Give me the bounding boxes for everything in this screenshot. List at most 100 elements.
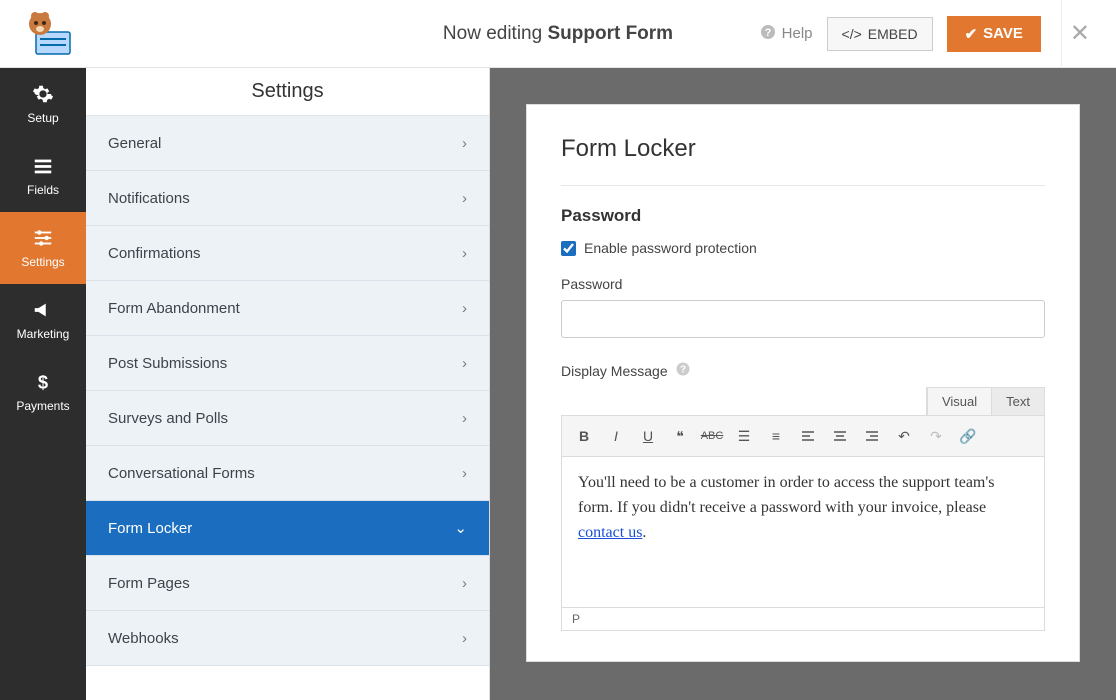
settings-item-label: Form Abandonment [108,300,240,317]
nav-fields[interactable]: Fields [0,140,86,212]
settings-item-confirmations[interactable]: Confirmations › [86,226,489,281]
left-nav: Setup Fields Settings Marketing $ Paymen… [0,68,86,700]
close-button[interactable]: ✕ [1061,0,1098,68]
settings-item-label: Form Locker [108,520,192,537]
tab-visual[interactable]: Visual [927,388,991,415]
editing-form-name: Support Form [547,23,673,44]
enable-password-checkbox[interactable] [561,241,576,256]
editor-text: You'll need to be a customer in order to… [578,474,994,516]
embed-icon: </> [842,26,862,42]
settings-item-label: Confirmations [108,245,201,262]
blockquote-button[interactable]: ❝ [666,422,694,450]
svg-text:?: ? [764,27,771,39]
settings-item-surveys-and-polls[interactable]: Surveys and Polls › [86,391,489,446]
check-icon: ✔ [965,25,978,43]
settings-item-notifications[interactable]: Notifications › [86,171,489,226]
nav-payments[interactable]: $ Payments [0,356,86,428]
align-right-icon [865,429,879,443]
settings-heading: Settings [86,68,489,116]
editor-toolbar: B I U ❝ ABC ☰ ≡ ↶ ↷ 🔗 [562,416,1044,457]
settings-item-general[interactable]: General › [86,116,489,171]
settings-item-form-pages[interactable]: Form Pages › [86,556,489,611]
sliders-icon [32,227,54,249]
contact-us-link[interactable]: contact us [578,524,642,541]
chevron-right-icon: › [462,355,467,372]
number-list-button[interactable]: ≡ [762,422,790,450]
settings-item-form-locker[interactable]: Form Locker ⌄ [86,501,489,556]
editor-text-tail: . [642,524,646,541]
settings-item-label: Surveys and Polls [108,410,228,427]
help-link[interactable]: ? Help [760,24,813,44]
settings-item-form-abandonment[interactable]: Form Abandonment› [86,281,489,336]
help-tooltip-icon[interactable]: ? [676,362,690,379]
display-message-label: Display Message ? [561,362,1045,379]
editor-body[interactable]: You'll need to be a customer in order to… [562,457,1044,607]
list-icon [32,155,54,177]
embed-button[interactable]: </> EMBED [827,17,933,51]
nav-label: Fields [27,183,59,197]
nav-settings[interactable]: Settings [0,212,86,284]
bold-button[interactable]: B [570,422,598,450]
section-heading: Password [561,206,1045,226]
content-area: Form Locker Password Enable password pro… [490,68,1116,700]
settings-item-label: General [108,135,161,152]
nav-setup[interactable]: Setup [0,68,86,140]
link-icon: 🔗 [959,428,976,445]
help-label: Help [782,25,813,42]
embed-label: EMBED [868,26,918,42]
settings-item-label: Form Pages [108,575,190,592]
chevron-right-icon: › [462,245,467,262]
underline-button[interactable]: U [634,422,662,450]
nav-label: Marketing [17,327,70,341]
chevron-right-icon: › [462,410,467,427]
undo-button[interactable]: ↶ [890,422,918,450]
close-icon: ✕ [1070,19,1090,48]
tab-text[interactable]: Text [991,388,1044,415]
chevron-right-icon: › [462,630,467,647]
megaphone-icon [32,299,54,321]
chevron-right-icon: › [462,190,467,207]
settings-list: General›Notifications›Confirmations›Form… [86,116,489,700]
settings-item-conversational-forms[interactable]: Conversational Forms› [86,446,489,501]
settings-item-post-submissions[interactable]: Post Submissions› [86,336,489,391]
align-center-button[interactable] [826,422,854,450]
form-locker-panel: Form Locker Password Enable password pro… [526,104,1080,662]
panel-title: Form Locker [561,135,1045,163]
checkbox-label: Enable password protection [584,240,757,256]
dollar-icon: $ [32,371,54,393]
align-left-button[interactable] [794,422,822,450]
divider [561,185,1045,186]
svg-text:?: ? [680,365,686,376]
settings-column: Settings General›Notifications›Confirmat… [86,68,490,700]
nav-label: Payments [16,399,69,413]
nav-marketing[interactable]: Marketing [0,284,86,356]
enable-password-row[interactable]: Enable password protection [561,240,1045,256]
chevron-down-icon: ⌄ [454,519,467,537]
password-input[interactable] [561,300,1045,338]
svg-text:$: $ [38,371,48,392]
strikethrough-button[interactable]: ABC [698,422,726,450]
chevron-right-icon: › [462,575,467,592]
app-logo [18,10,80,58]
align-right-button[interactable] [858,422,886,450]
redo-button[interactable]: ↷ [922,422,950,450]
bullet-list-button[interactable]: ☰ [730,422,758,450]
chevron-right-icon: › [462,135,467,152]
italic-button[interactable]: I [602,422,630,450]
editor-statusbar: P [562,607,1044,630]
link-button[interactable]: 🔗 [954,422,982,450]
display-message-text: Display Message [561,363,668,379]
settings-item-label: Webhooks [108,630,179,647]
ol-icon: ≡ [772,428,780,444]
help-icon: ? [760,24,776,44]
nav-label: Setup [27,111,58,125]
editing-prefix: Now editing [443,23,548,44]
settings-item-webhooks[interactable]: Webhooks › [86,611,489,666]
password-label: Password [561,276,1045,292]
undo-icon: ↶ [898,428,910,445]
topbar: Now editing Support Form ? Help </> EMBE… [0,0,1116,68]
save-button[interactable]: ✔ SAVE [947,16,1041,52]
settings-item-label: Notifications [108,190,190,207]
align-left-icon [801,429,815,443]
ul-icon: ☰ [738,428,751,445]
